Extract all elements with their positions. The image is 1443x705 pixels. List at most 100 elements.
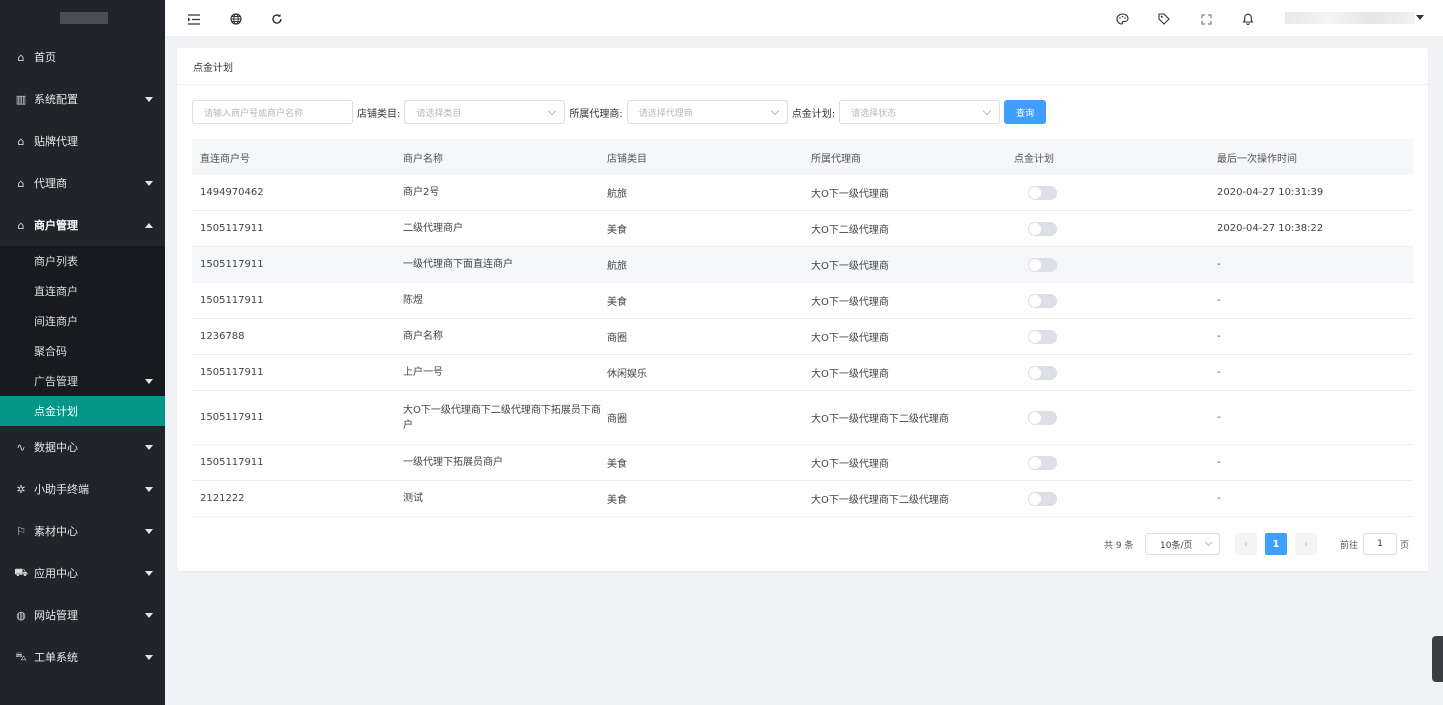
gold-plan-toggle[interactable] [1028, 365, 1057, 380]
toggle-knob [1029, 411, 1041, 424]
merchant-name-cell: 陈煜 [395, 293, 599, 308]
chevron-down-icon [145, 571, 153, 576]
tag-icon[interactable] [1156, 11, 1172, 27]
table-row: 1505117911 大O下一级代理商下二级代理商下拓展员下商户 商圈 大O下一级代理… [192, 391, 1413, 445]
sidebar-subitem-ad-management[interactable]: 广告管理 [0, 366, 165, 396]
plan-status-select[interactable]: 请选择状态 [839, 100, 1001, 124]
last-operation-time-cell: - [1217, 493, 1221, 504]
fullscreen-icon[interactable] [1198, 11, 1214, 27]
card-title: 点金计划 [177, 48, 1428, 85]
chevron-down-icon [145, 445, 153, 450]
agent-cell-text: 大O下一级代理商下二级代理商 [811, 495, 949, 506]
agent-cell: 大O下二级代理商 [803, 221, 1006, 236]
sidebar-item-home[interactable]: ⌂ 首页 [0, 36, 165, 78]
sidebar-item-website-management[interactable]: ◍ 网站管理 [0, 594, 165, 636]
category-select[interactable]: 请选择类目 [404, 100, 566, 124]
menu-fold-icon[interactable] [186, 11, 202, 27]
sidebar-item-data-center[interactable]: ∿ 数据中心 [0, 426, 165, 468]
agent-cell-text: 大O下一级代理商 [811, 189, 889, 200]
column-header: 所属代理商 [811, 153, 861, 165]
gold-plan-toggle[interactable] [1028, 455, 1057, 470]
category-cell: 商圈 [599, 410, 803, 425]
next-page-button[interactable]: › [1295, 533, 1317, 555]
agent-select-placeholder: 请选择代理商 [638, 108, 693, 119]
gold-plan-cell [1006, 221, 1209, 236]
sidebar-item-label: 商户管理 [34, 219, 78, 232]
gold-plan-toggle[interactable] [1028, 221, 1057, 236]
agent-cell-text: 大O下一级代理商 [811, 369, 889, 380]
sidebar-subitem-merchant-list[interactable]: 商户列表 [0, 246, 165, 276]
category-cell: 美食 [599, 455, 803, 470]
palette-icon[interactable] [1114, 11, 1130, 27]
pagination: 共 9 条 10条/页 ‹ 1 › 前往 1 页 [177, 533, 1428, 555]
sidebar-item-material-center[interactable]: ⚐ 素材中心 [0, 510, 165, 552]
column-header: 店铺类目 [607, 153, 647, 165]
agent-select[interactable]: 请选择代理商 [626, 100, 788, 124]
chevron-down-icon [145, 487, 153, 492]
agent-cell: 大O下一级代理商 [803, 293, 1006, 308]
merchant-name-cell-text: 一级代理下拓展员商户 [403, 457, 503, 468]
sidebar-item-app-center[interactable]: ⛟ 应用中心 [0, 552, 165, 594]
last-operation-time-cell: - [1217, 367, 1221, 378]
merchant-id-cell: 1505117911 [192, 259, 395, 270]
chevron-right-icon: › [1304, 538, 1308, 550]
sidebar-subitem-indirect-merchant[interactable]: 间连商户 [0, 306, 165, 336]
sidebar-item-oem-agent[interactable]: ⌂ 贴牌代理 [0, 120, 165, 162]
sidebar-item-ticket-system[interactable]: ⛍ 工单系统 [0, 636, 165, 678]
gold-plan-toggle[interactable] [1028, 329, 1057, 344]
sidebar-subitem-direct-merchant[interactable]: 直连商户 [0, 276, 165, 306]
caret-down-icon[interactable] [1416, 15, 1424, 20]
merchant-table: 直连商户号 商户名称 店铺类目 所属代理商 点金计划 最后一次操作时间 1494… [192, 139, 1413, 517]
gold-plan-toggle[interactable] [1028, 293, 1057, 308]
cart-icon: ⛟ [14, 565, 28, 579]
cross-icon: ✲ [16, 482, 26, 496]
sidebar-subitem-gold-plan[interactable]: 点金计划 [0, 396, 165, 426]
refresh-icon[interactable] [269, 11, 285, 27]
sidebar-item-system-config[interactable]: ▥ 系统配置 [0, 78, 165, 120]
home-icon: ⌂ [17, 218, 25, 232]
page-size-select[interactable]: 10条/页 [1145, 533, 1220, 555]
merchant-id-cell-text: 1494970462 [200, 187, 264, 198]
gold-plan-cell [1006, 329, 1209, 344]
sidebar-subitem-aggregate-code[interactable]: 聚合码 [0, 336, 165, 366]
toggle-knob [1029, 492, 1041, 505]
goto-page-input[interactable]: 1 [1363, 533, 1397, 555]
query-button[interactable]: 查询 [1004, 100, 1047, 124]
category-cell-text: 商圈 [607, 333, 627, 344]
gold-plan-toggle[interactable] [1028, 410, 1057, 425]
merchant-id-cell: 2121222 [192, 493, 395, 504]
sidebar-item-assistant-terminal[interactable]: ✲ 小助手终端 [0, 468, 165, 510]
home-icon: ⌂ [17, 176, 25, 190]
chevron-down-icon [145, 655, 153, 660]
table-row: 1505117911 陈煜 美食 大O下一级代理商 - [192, 283, 1413, 319]
gold-plan-cell [1006, 185, 1209, 200]
merchant-id-cell-text: 1505117911 [200, 223, 264, 234]
page-number-button[interactable]: 1 [1265, 533, 1287, 555]
bell-icon[interactable] [1240, 11, 1256, 27]
filter-bar: 请输入商户号或商户名称 店铺类目: 请选择类目 所属代理商: 请选择代理商 点金… [192, 100, 1047, 124]
category-cell-text: 航旅 [607, 261, 627, 272]
agent-cell-text: 大O下二级代理商 [811, 225, 889, 236]
gold-plan-toggle[interactable] [1028, 257, 1057, 272]
category-cell: 美食 [599, 221, 803, 236]
sidebar-item-label: 数据中心 [34, 441, 78, 454]
floating-side-widget[interactable] [1432, 636, 1443, 682]
toggle-knob [1029, 222, 1041, 235]
merchant-search-input[interactable]: 请输入商户号或商户名称 [192, 100, 353, 124]
gold-plan-toggle[interactable] [1028, 491, 1057, 506]
table-row: 1494970462 商户2号 航旅 大O下一级代理商 2020-04-27 10:31… [192, 175, 1413, 211]
category-cell: 航旅 [599, 257, 803, 272]
category-label: 店铺类目: [357, 108, 401, 120]
chevron-up-icon [145, 223, 153, 228]
main-card: 点金计划 请输入商户号或商户名称 店铺类目: 请选择类目 所属代理商: 请选择代… [177, 48, 1428, 571]
home-icon: ⌂ [17, 134, 25, 148]
gold-plan-toggle[interactable] [1028, 185, 1057, 200]
globe-icon[interactable] [228, 11, 244, 27]
user-menu[interactable] [1285, 12, 1415, 24]
category-cell: 休闲娱乐 [599, 365, 803, 380]
table-header: 直连商户号 商户名称 店铺类目 所属代理商 点金计划 最后一次操作时间 [192, 139, 1413, 175]
prev-page-button[interactable]: ‹ [1235, 533, 1257, 555]
sidebar-item-merchant-management[interactable]: ⌂ 商户管理 [0, 204, 165, 246]
sidebar-item-agent[interactable]: ⌂ 代理商 [0, 162, 165, 204]
merchant-id-cell-text: 1505117911 [200, 457, 264, 468]
